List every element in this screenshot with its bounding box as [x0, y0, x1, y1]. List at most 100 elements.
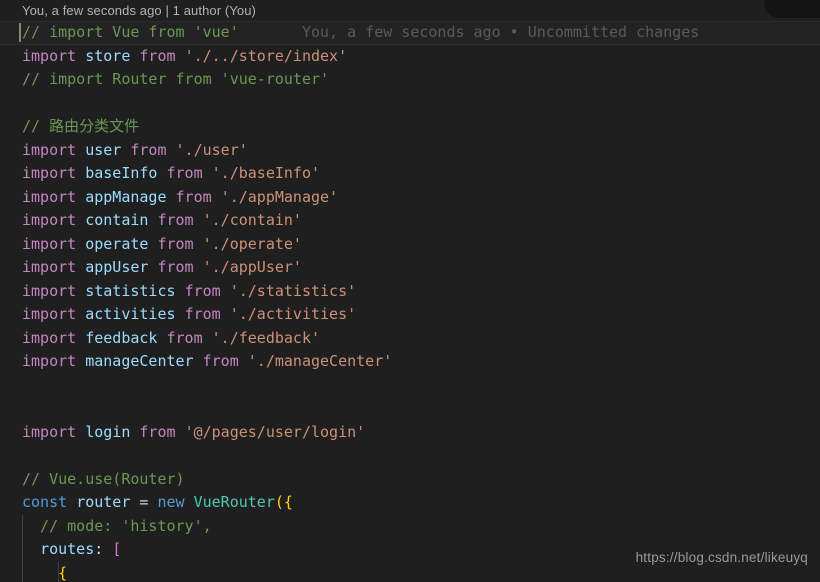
- code-token-punct: [67, 493, 76, 511]
- code-line[interactable]: [0, 444, 820, 468]
- code-token-keyword: import: [22, 281, 77, 300]
- code-line[interactable]: import activities from './activities': [0, 303, 820, 327]
- indent-guide: [58, 561, 59, 582]
- code-line[interactable]: import appUser from './appUser': [0, 256, 820, 280]
- code-token-punct: [167, 141, 176, 159]
- code-line[interactable]: import login from '@/pages/user/login': [0, 421, 820, 445]
- code-token-ident: user: [85, 140, 122, 159]
- code-token-punct: [76, 329, 85, 347]
- code-token-punct: [157, 164, 166, 182]
- code-token-comment: // 路由分类文件: [22, 117, 140, 135]
- code-token-punct: [22, 564, 58, 582]
- code-token-string: './../store/index': [184, 46, 348, 65]
- code-token-punct: [167, 188, 176, 206]
- code-token-punct: [176, 423, 185, 441]
- code-line[interactable]: // mode: 'history',: [0, 514, 820, 538]
- code-line[interactable]: import statistics from './statistics': [0, 280, 820, 304]
- code-token-string: './appUser': [202, 258, 302, 276]
- code-token-brace1: (: [274, 493, 284, 511]
- code-token-class: VueRouter: [193, 493, 275, 511]
- code-line[interactable]: routes: [: [0, 538, 820, 562]
- code-token-punct: [22, 540, 40, 558]
- code-line[interactable]: import contain from './contain': [0, 209, 820, 233]
- code-token-keyword: import: [22, 234, 77, 253]
- code-token-ident: activities: [85, 305, 176, 323]
- code-token-keyword: import: [22, 305, 77, 323]
- code-line[interactable]: import operate from './operate': [0, 233, 820, 257]
- code-line[interactable]: import feedback from './feedback': [0, 327, 820, 351]
- code-token-ident: store: [85, 46, 131, 65]
- code-token-punct: [103, 540, 112, 558]
- gitlens-blame-summary[interactable]: You, a few seconds ago | 1 author (You): [22, 0, 256, 21]
- code-token-keyword: from: [184, 281, 221, 300]
- code-token-punct: [76, 423, 85, 441]
- code-token-punct: [76, 235, 85, 253]
- code-token-punct: [76, 352, 85, 370]
- vscode-editor-window: You, a few seconds ago | 1 author (You) …: [0, 0, 820, 582]
- code-token-punct: [76, 305, 85, 323]
- code-token-ident: operate: [85, 234, 149, 253]
- code-line[interactable]: // Vue.use(Router): [0, 468, 820, 492]
- code-editor-surface[interactable]: // import Vue from 'vue' You, a few seco…: [0, 21, 820, 582]
- code-token-ident: statistics: [85, 281, 176, 300]
- code-token-string: './baseInfo': [211, 164, 321, 182]
- code-line[interactable]: [0, 374, 820, 398]
- code-token-comment: // import Router from 'vue-router': [22, 70, 330, 88]
- code-token-punct: [76, 258, 85, 276]
- code-token-punct: [194, 211, 203, 229]
- code-token-ident: feedback: [85, 328, 158, 347]
- code-token-keyword: import: [22, 46, 77, 65]
- code-line[interactable]: import appManage from './appManage': [0, 186, 820, 210]
- code-token-keyword: import: [22, 352, 77, 370]
- gitlens-codelens-row[interactable]: You, a few seconds ago | 1 author (You): [0, 0, 820, 21]
- code-token-keyword: from: [157, 234, 194, 253]
- blame-spacer: [239, 23, 302, 41]
- code-line[interactable]: import manageCenter from './manageCenter…: [0, 350, 820, 374]
- code-line[interactable]: // 路由分类文件: [0, 115, 820, 139]
- code-token-keyword: import: [22, 211, 77, 229]
- code-token-keyword: from: [202, 352, 239, 370]
- code-token-punct: [194, 352, 203, 370]
- code-token-punct: [212, 188, 221, 206]
- code-token-ident: contain: [85, 211, 149, 229]
- code-token-string: './manageCenter': [247, 352, 393, 370]
- code-token-punct: [176, 282, 185, 300]
- code-line[interactable]: [0, 92, 820, 116]
- code-token-keyword: from: [166, 164, 203, 182]
- code-token-punct: [203, 329, 212, 347]
- code-token-keyword: from: [184, 305, 221, 323]
- gitlens-inline-blame[interactable]: You, a few seconds ago • Uncommitted cha…: [302, 23, 699, 41]
- code-token-punct: [76, 188, 85, 206]
- code-line[interactable]: // import Vue from 'vue' You, a few seco…: [0, 21, 820, 45]
- code-token-punct: [76, 141, 85, 159]
- code-token-string: './user': [175, 140, 248, 159]
- indent-guide: [22, 561, 23, 582]
- indent-guide: [22, 538, 23, 562]
- code-line[interactable]: import user from './user': [0, 139, 820, 163]
- code-line[interactable]: // import Router from 'vue-router': [0, 68, 820, 92]
- code-token-punct: [194, 258, 203, 276]
- code-line[interactable]: import store from './../store/index': [0, 45, 820, 69]
- code-token-ident: appManage: [85, 187, 167, 206]
- code-token-keyword: import: [22, 422, 77, 441]
- code-token-keyword: import: [22, 187, 77, 206]
- code-token-punct: [76, 47, 85, 65]
- code-line[interactable]: const router = new VueRouter({: [0, 491, 820, 515]
- code-token-ident: baseInfo: [85, 164, 158, 182]
- code-token-string: './activities': [229, 305, 357, 323]
- code-token-brace2: [: [112, 540, 122, 558]
- code-token-ident: manageCenter: [85, 352, 194, 370]
- code-token-keyword: from: [166, 328, 203, 347]
- code-token-punct: [76, 164, 85, 182]
- code-token-brace1: {: [283, 493, 293, 511]
- code-token-ctrl: new: [157, 493, 185, 511]
- code-token-punct: [157, 329, 166, 347]
- code-token-brace1: {: [58, 563, 68, 582]
- code-line[interactable]: [0, 397, 820, 421]
- code-line[interactable]: {: [0, 561, 820, 582]
- code-token-keyword: import: [22, 140, 77, 159]
- code-token-prop: routes: [40, 540, 95, 558]
- code-token-ident: appUser: [85, 258, 149, 276]
- code-line[interactable]: import baseInfo from './baseInfo': [0, 162, 820, 186]
- code-token-comment: // Vue.use(Router): [22, 469, 185, 488]
